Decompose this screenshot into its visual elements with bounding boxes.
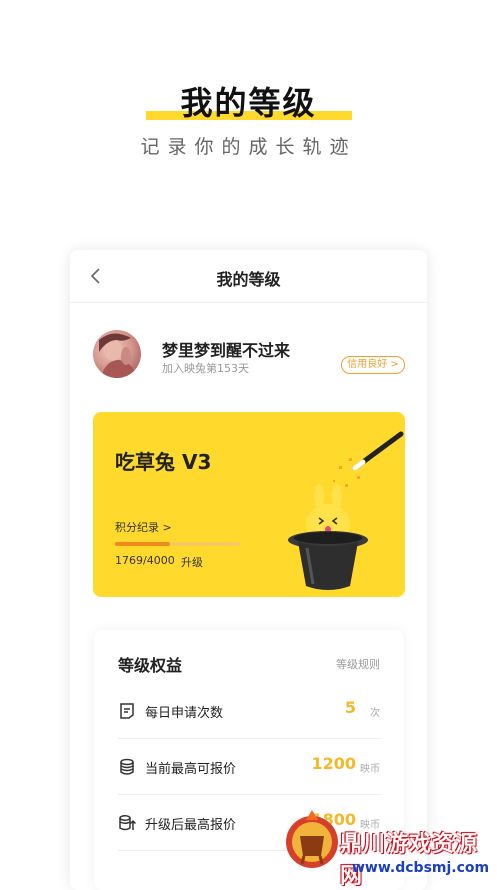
level-progress-bar bbox=[115, 542, 240, 546]
progress-text: 1769/4000 bbox=[115, 554, 175, 567]
document-icon bbox=[120, 703, 134, 719]
nav-bar: 我的等级 bbox=[70, 250, 427, 303]
benefit-label: 当前最高可报价 bbox=[145, 762, 237, 777]
promo-title: 我的等级 bbox=[180, 84, 317, 122]
nav-title: 我的等级 bbox=[216, 270, 281, 289]
join-days-text: 加入映兔第153天 bbox=[162, 362, 249, 375]
benefit-row-current-max-offer: 当前最高可报价 1200 映币 bbox=[118, 738, 380, 795]
benefit-label: 每日申请次数 bbox=[145, 706, 224, 721]
benefit-label: 升级后最高报价 bbox=[145, 818, 237, 833]
avatar[interactable] bbox=[93, 330, 141, 378]
level-progress-fill bbox=[115, 542, 171, 546]
watermark-url: www.dcbsmj.com bbox=[352, 860, 490, 876]
points-record-link[interactable]: 积分纪录 > bbox=[115, 519, 172, 535]
promo-header: 我的等级 bbox=[0, 78, 497, 128]
upgrade-link[interactable]: 升级 bbox=[181, 554, 203, 570]
benefit-unit: 映币 bbox=[360, 764, 380, 775]
benefit-row-daily-applications: 每日申请次数 5 次 bbox=[118, 682, 380, 739]
level-card: 吃草兔 V3 积分纪录 > 1769/4000 升级 bbox=[93, 412, 405, 597]
credit-badge[interactable]: 信用良好 > bbox=[341, 356, 405, 374]
level-name: 吃草兔 V3 bbox=[115, 450, 212, 474]
phone-screen: 我的等级 梦里梦到醒不过来 加入映兔第153天 信用良好 > 吃草兔 V3 积分… bbox=[70, 250, 427, 890]
avatar-image bbox=[99, 333, 137, 378]
watermark-title: 鼎川游戏资源网 bbox=[340, 832, 479, 889]
benefit-value: 1200 bbox=[311, 754, 356, 773]
rabbit-hat-icon bbox=[288, 431, 404, 590]
benefits-title: 等级权益 bbox=[118, 656, 183, 675]
site-watermark: 鼎川游戏资源网 www.dcbsmj.com bbox=[278, 800, 497, 889]
coin-stack-up-icon bbox=[119, 815, 136, 831]
coin-stack-icon bbox=[120, 758, 134, 775]
tripod-logo-icon bbox=[286, 810, 338, 868]
benefit-value: 5 bbox=[344, 698, 356, 717]
level-rules-link[interactable]: 等级规则 bbox=[336, 656, 380, 672]
benefit-unit: 次 bbox=[370, 708, 380, 719]
promo-subtitle: 记录你的成长轨迹 bbox=[140, 136, 357, 158]
username: 梦里梦到醒不过来 bbox=[162, 341, 291, 360]
